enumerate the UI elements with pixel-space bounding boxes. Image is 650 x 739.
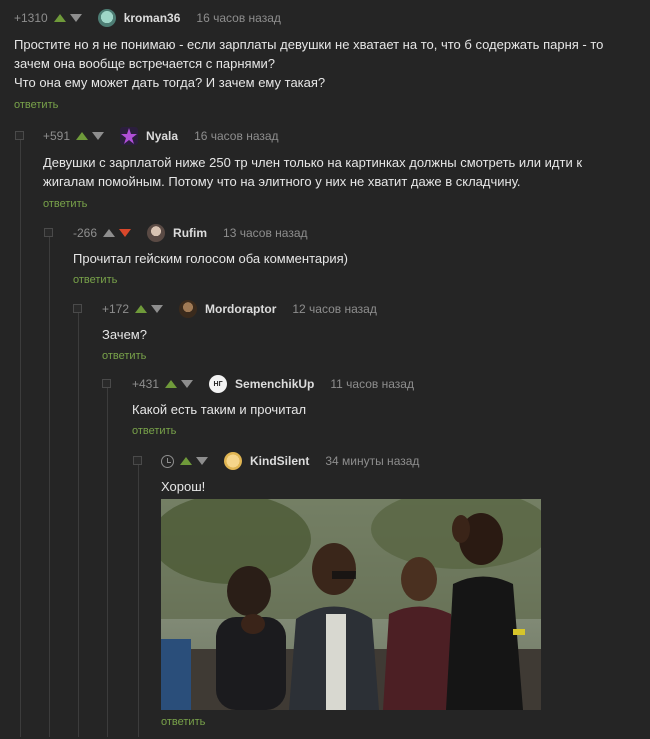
collapse-toggle[interactable] [73, 304, 82, 313]
downvote-icon[interactable] [69, 14, 82, 22]
author-name[interactable]: Rufim [173, 226, 207, 240]
upvote-icon[interactable] [165, 380, 178, 388]
author-name[interactable]: SemenchikUp [235, 377, 314, 391]
collapse-toggle[interactable] [133, 456, 142, 465]
thread-line [138, 461, 139, 737]
comment-rating: +431 [132, 377, 160, 391]
comment-text: Простите но я не понимаю - если зарплаты… [14, 37, 604, 90]
collapse-toggle[interactable] [15, 131, 24, 140]
reply-link[interactable]: ответить [161, 716, 205, 728]
downvote-icon[interactable] [196, 457, 208, 465]
author-name[interactable]: KindSilent [250, 454, 309, 468]
collapse-toggle[interactable] [102, 379, 111, 388]
comment: -266 Rufim 13 часов назад Прочитал гейск… [73, 224, 633, 286]
thread-line [49, 233, 50, 737]
reply-link[interactable]: ответить [132, 425, 632, 437]
downvote-icon[interactable] [119, 229, 132, 237]
comment: +591 Nyala 16 часов назад Девушки с зарп… [43, 127, 618, 210]
comment-time[interactable]: 34 минуты назад [325, 454, 419, 468]
comment-text: Прочитал гейским голосом оба комментария… [73, 251, 348, 266]
comment-header: +1310 kroman36 16 часов назад [14, 9, 639, 27]
comment-time[interactable]: 13 часов назад [223, 226, 307, 240]
comment-header: +431 НГ SemenchikUp 11 часов назад [132, 375, 632, 393]
collapse-toggle[interactable] [44, 228, 53, 237]
clock-icon [161, 454, 174, 468]
reply-link[interactable]: ответить [14, 99, 639, 111]
upvote-icon[interactable] [76, 132, 89, 140]
avatar[interactable] [224, 452, 242, 470]
reply-link[interactable]: ответить [43, 198, 618, 210]
thread-line [20, 137, 21, 737]
author-name[interactable]: Mordoraptor [205, 302, 276, 316]
comment: +172 Mordoraptor 12 часов назад Зачем? о… [102, 300, 622, 362]
comment-time[interactable]: 12 часов назад [292, 302, 376, 316]
comment-rating: +172 [102, 302, 130, 316]
avatar-badge-text: НГ [213, 380, 223, 388]
author-name[interactable]: kroman36 [124, 11, 181, 25]
upvote-icon[interactable] [135, 305, 148, 313]
reply-link[interactable]: ответить [102, 350, 622, 362]
comment-rating: +1310 [14, 11, 48, 25]
comment: +1310 kroman36 16 часов назад Простите н… [14, 9, 639, 111]
comment-rating: -266 [73, 226, 98, 240]
comment-header: +591 Nyala 16 часов назад [43, 127, 618, 145]
reply-link[interactable]: ответить [73, 274, 633, 286]
downvote-icon[interactable] [181, 380, 194, 388]
comment-header: +172 Mordoraptor 12 часов назад [102, 300, 622, 318]
comment-header: KindSilent 34 минуты назад [161, 452, 621, 470]
avatar-graphic [121, 128, 138, 144]
comment-time[interactable]: 16 часов назад [196, 11, 280, 25]
avatar[interactable]: НГ [209, 375, 228, 393]
comment-time[interactable]: 16 часов назад [194, 129, 278, 143]
upvote-icon[interactable] [180, 457, 192, 465]
author-name[interactable]: Nyala [146, 129, 178, 143]
avatar[interactable] [179, 300, 198, 318]
comment-rating: +591 [43, 129, 71, 143]
avatar[interactable] [147, 224, 166, 242]
upvote-icon[interactable] [103, 229, 116, 237]
avatar[interactable] [120, 127, 139, 145]
downvote-icon[interactable] [151, 305, 164, 313]
comment: +431 НГ SemenchikUp 11 часов назад Какой… [132, 375, 632, 437]
comment-header: -266 Rufim 13 часов назад [73, 224, 633, 242]
comment-text: Зачем? [102, 327, 147, 342]
gif-scene [161, 499, 541, 710]
avatar[interactable] [97, 9, 116, 27]
comment-text: Девушки с зарплатой ниже 250 тр член тол… [43, 155, 583, 189]
downvote-icon[interactable] [92, 132, 105, 140]
thread-line [78, 309, 79, 737]
comment: KindSilent 34 минуты назад Хорош! [161, 452, 621, 496]
comment-time[interactable]: 11 часов назад [330, 377, 414, 391]
comment-text: Какой есть таким и прочитал [132, 402, 307, 417]
upvote-icon[interactable] [53, 14, 66, 22]
comment-text: Хорош! [161, 479, 206, 494]
embedded-gif[interactable] [161, 499, 541, 710]
thread-line [107, 384, 108, 737]
